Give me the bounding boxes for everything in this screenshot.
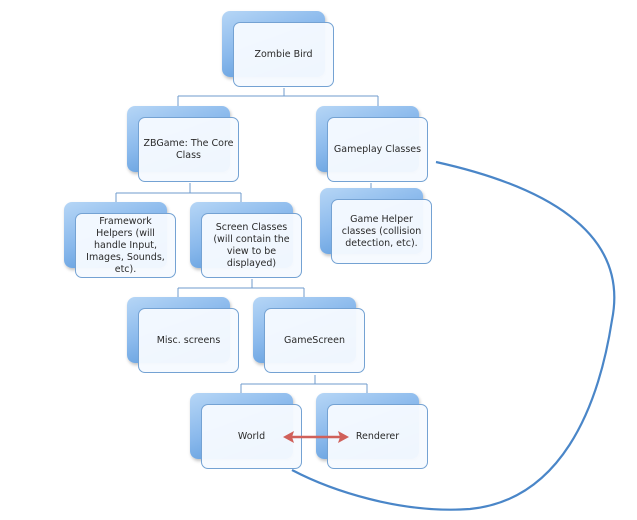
connector-screen-classes (177, 279, 305, 297)
node-label: GameScreen (284, 334, 345, 346)
connector-gamescreen (240, 375, 368, 393)
node-game-helper[interactable]: Game Helper classes (collision detection… (320, 188, 434, 266)
node-label: Renderer (355, 430, 400, 442)
connector-zbgame (115, 183, 242, 202)
node-zbgame[interactable]: ZBGame: The Core Class (127, 106, 241, 184)
node-box: Framework Helpers (will handle Input, Im… (75, 213, 176, 278)
node-label: Misc. screens (156, 334, 221, 346)
node-screen-classes[interactable]: Screen Classes (will contain the view to… (190, 202, 304, 280)
node-box: Gameplay Classes (327, 117, 428, 182)
node-label: World (237, 430, 266, 442)
node-label: Zombie Bird (254, 48, 313, 60)
node-box: World (201, 404, 302, 469)
node-box: Renderer (327, 404, 428, 469)
node-label: Screen Classes (will contain the view to… (213, 221, 290, 269)
node-label: Gameplay Classes (333, 143, 422, 155)
node-world[interactable]: World (190, 393, 304, 471)
node-label: ZBGame: The Core Class (143, 137, 234, 161)
node-box: Misc. screens (138, 308, 239, 373)
connector-root (177, 88, 379, 106)
node-box: GameScreen (264, 308, 365, 373)
node-label: Framework Helpers (will handle Input, Im… (86, 215, 165, 275)
node-gameplay-classes[interactable]: Gameplay Classes (316, 106, 430, 184)
diagram-canvas: Zombie Bird ZBGame: The Core Class Gamep… (0, 0, 637, 520)
node-box: ZBGame: The Core Class (138, 117, 239, 182)
node-box: Screen Classes (will contain the view to… (201, 213, 302, 278)
node-box: Zombie Bird (233, 22, 334, 87)
node-box: Game Helper classes (collision detection… (331, 199, 432, 264)
node-misc-screens[interactable]: Misc. screens (127, 297, 241, 375)
node-renderer[interactable]: Renderer (316, 393, 430, 471)
node-gamescreen[interactable]: GameScreen (253, 297, 367, 375)
node-zombie-bird[interactable]: Zombie Bird (222, 11, 336, 89)
node-framework-helpers[interactable]: Framework Helpers (will handle Input, Im… (64, 202, 178, 280)
node-label: Game Helper classes (collision detection… (341, 213, 422, 249)
